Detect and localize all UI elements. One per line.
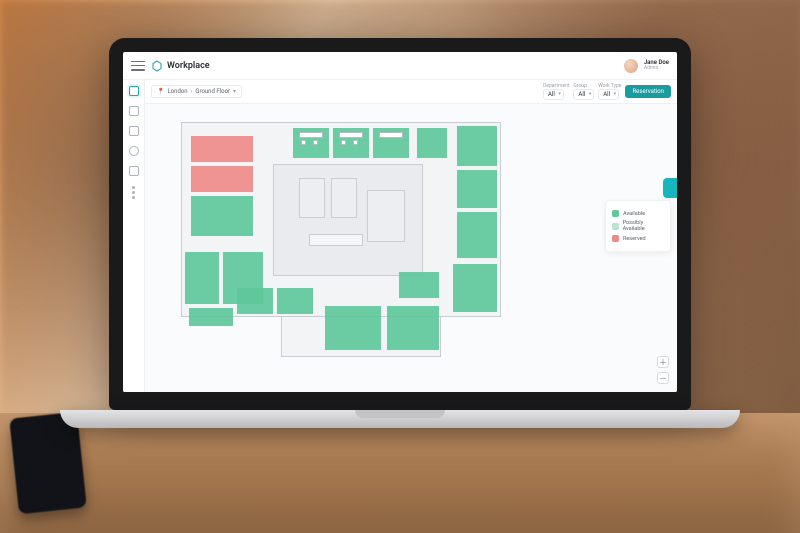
legend-item-possibly: Possibly Available [612, 220, 664, 232]
sidebar-item-floorplan[interactable] [129, 86, 139, 96]
sidebar-item-list[interactable] [129, 126, 139, 136]
zone-available[interactable] [387, 306, 439, 350]
swatch-possibly [612, 223, 619, 230]
app-screen: Workplace Jane Doe Admin [123, 52, 677, 392]
avatar[interactable] [624, 59, 638, 73]
reservation-button[interactable]: Reservation [625, 85, 671, 98]
legend-item-reserved: Reserved [612, 235, 664, 242]
main-area: 📍 London › Ground Floor ▾ Department All [145, 80, 677, 392]
zone-available[interactable] [185, 252, 219, 304]
zone-available[interactable] [453, 264, 497, 312]
legend-item-available: Available [612, 210, 664, 217]
sidebar-item-people[interactable] [129, 146, 139, 156]
brand-logo-icon [151, 60, 163, 72]
zone-available[interactable] [457, 170, 497, 208]
breadcrumb-floor: Ground Floor [195, 88, 230, 95]
laptop-mockup: Workplace Jane Doe Admin [109, 38, 691, 428]
sidebar-item-more[interactable] [132, 186, 135, 199]
sidebar-item-screen[interactable] [129, 166, 139, 176]
zoom-in-button[interactable]: ＋ [657, 356, 669, 368]
zone-available[interactable] [417, 128, 447, 158]
swatch-reserved [612, 235, 619, 242]
filter-bar: 📍 London › Ground Floor ▾ Department All [145, 80, 677, 104]
zone-available[interactable] [237, 288, 273, 314]
pin-icon: 📍 [157, 88, 164, 95]
sidebar-item-calendar[interactable] [129, 106, 139, 116]
zone-available[interactable] [189, 308, 233, 326]
filter-department[interactable]: Department All [543, 83, 569, 100]
user-role: Admin [644, 66, 669, 71]
zone-reserved[interactable] [191, 166, 253, 192]
sidebar [123, 80, 145, 392]
breadcrumb[interactable]: 📍 London › Ground Floor ▾ [151, 85, 242, 98]
filter-worktype[interactable]: Work Type All [598, 83, 621, 100]
legend-toggle[interactable] [663, 178, 677, 198]
floorplan[interactable] [181, 122, 501, 357]
hamburger-menu-icon[interactable] [131, 59, 145, 73]
zone-available[interactable] [457, 212, 497, 258]
topbar: Workplace Jane Doe Admin [123, 52, 677, 80]
zone-available[interactable] [457, 126, 497, 166]
zone-available[interactable] [277, 288, 313, 314]
swatch-available [612, 210, 619, 217]
brand-name: Workplace [167, 61, 210, 71]
zone-available[interactable] [399, 272, 439, 298]
chevron-right-icon: › [191, 88, 193, 95]
chevron-down-icon: ▾ [233, 88, 236, 95]
zone-available[interactable] [191, 196, 253, 236]
filter-group[interactable]: Group All [573, 83, 594, 100]
legend-panel: Available Possibly Available Reserved [605, 200, 671, 252]
zone-reserved[interactable] [191, 136, 253, 162]
zoom-out-button[interactable]: － [657, 372, 669, 384]
zone-available[interactable] [325, 306, 381, 350]
breadcrumb-location: London [167, 88, 187, 95]
